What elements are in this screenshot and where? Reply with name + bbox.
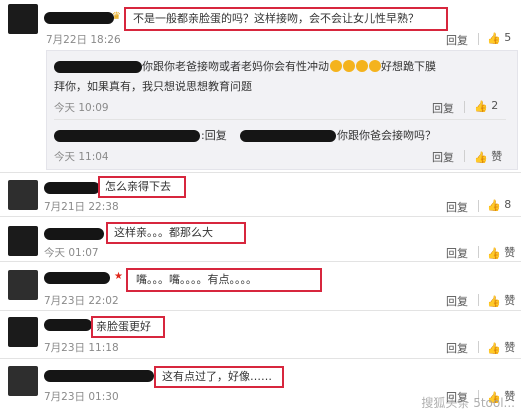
emoji-icon [343, 60, 355, 72]
divider [54, 119, 506, 120]
like-button[interactable]: 👍 赞 [474, 148, 502, 164]
reply-prefix: :回复 [201, 129, 227, 142]
username[interactable] [54, 130, 200, 142]
like-button[interactable]: 👍 8 [487, 198, 512, 212]
like-button[interactable]: 👍 赞 [487, 339, 515, 355]
divider [0, 358, 521, 359]
like-count: 赞 [491, 150, 503, 163]
thumbs-up-icon: 👍 [487, 342, 501, 355]
username[interactable] [44, 182, 100, 194]
reply-button[interactable]: 回复 [446, 199, 468, 215]
comment-text: 怎么亲得下去 [105, 180, 171, 193]
reply-button[interactable]: 回复 [432, 149, 454, 165]
avatar[interactable] [8, 366, 38, 396]
like-count: 赞 [504, 294, 516, 307]
timestamp: 今天 11:04 [54, 151, 109, 163]
separator [464, 150, 465, 162]
avatar[interactable] [8, 180, 38, 210]
like-button[interactable]: 👍 2 [474, 99, 499, 113]
watermark: 搜狐头条 5tool... [421, 396, 515, 410]
emoji-icon [369, 60, 381, 72]
crown-icon: ♛ [112, 11, 121, 22]
like-count: 赞 [504, 246, 516, 259]
avatar[interactable] [8, 270, 38, 300]
timestamp: 7月21日 22:38 [44, 201, 119, 213]
reply-text: 你跟你爸会接吻吗？ [337, 129, 436, 142]
like-button[interactable]: 👍 赞 [487, 292, 515, 308]
timestamp: 7月22日 18:26 [46, 34, 121, 46]
avatar[interactable] [8, 226, 38, 256]
thumbs-up-icon: 👍 [487, 199, 501, 212]
reply-text: 你跟你老爸接吻或者老妈你会有性冲动 好想跪下膜 [142, 60, 436, 74]
separator [478, 294, 479, 306]
separator [478, 200, 479, 212]
reply-text-part: 你跟你老爸接吻或者老妈你会有性冲动 [142, 60, 329, 73]
emoji-icon [330, 60, 342, 72]
comment-text: 不是一般都亲脸蛋的吗？这样接吻，会不会让女儿性早熟？ [133, 12, 419, 25]
username[interactable] [54, 61, 142, 73]
thumbs-up-icon: 👍 [474, 100, 488, 113]
divider [0, 172, 521, 173]
timestamp: 7月23日 01:30 [44, 391, 119, 403]
username[interactable] [44, 319, 92, 331]
thumbs-up-icon: 👍 [487, 295, 501, 308]
reply-button[interactable]: 回复 [432, 100, 454, 116]
reply-button[interactable]: 回复 [446, 32, 468, 48]
divider [0, 261, 521, 262]
like-count: 赞 [504, 341, 516, 354]
like-button[interactable]: 👍 赞 [487, 244, 515, 260]
separator [464, 101, 465, 113]
reply-text-line2: 拜你，如果真有，我只想说思想教育问题 [54, 80, 252, 93]
avatar[interactable] [8, 4, 38, 34]
comment-text: 这样亲。。。都那么大 [114, 226, 213, 239]
username[interactable] [44, 12, 114, 24]
separator [478, 246, 479, 258]
username[interactable] [44, 228, 104, 240]
separator [478, 33, 479, 45]
comment-text: 嘴。。。嘴。。。。有点。。。。 [136, 273, 257, 286]
username[interactable] [44, 370, 154, 382]
star-icon: ★ [114, 271, 123, 282]
comment-text: 这有点过了，好像…… [162, 370, 272, 383]
timestamp: 今天 10:09 [54, 102, 109, 114]
thumbs-up-icon: 👍 [487, 32, 501, 45]
reply-button[interactable]: 回复 [446, 245, 468, 261]
timestamp: 7月23日 11:18 [44, 342, 119, 354]
username[interactable] [44, 272, 110, 284]
reply-button[interactable]: 回复 [446, 293, 468, 309]
timestamp: 7月23日 22:02 [44, 295, 119, 307]
thumbs-up-icon: 👍 [487, 247, 501, 260]
comment-text: 亲脸蛋更好 [96, 320, 151, 333]
reply-button[interactable]: 回复 [446, 340, 468, 356]
divider [0, 216, 521, 217]
like-button[interactable]: 👍 5 [487, 31, 512, 45]
avatar[interactable] [8, 317, 38, 347]
reply-target-username[interactable] [240, 130, 336, 142]
separator [478, 341, 479, 353]
thumbs-up-icon: 👍 [474, 151, 488, 164]
reply-text-part: 好想跪下膜 [381, 60, 436, 73]
like-count: 8 [504, 198, 512, 211]
like-count: 2 [491, 99, 499, 112]
emoji-icon [356, 60, 368, 72]
like-count: 5 [504, 31, 512, 44]
divider [0, 310, 521, 311]
timestamp: 今天 01:07 [44, 247, 99, 259]
